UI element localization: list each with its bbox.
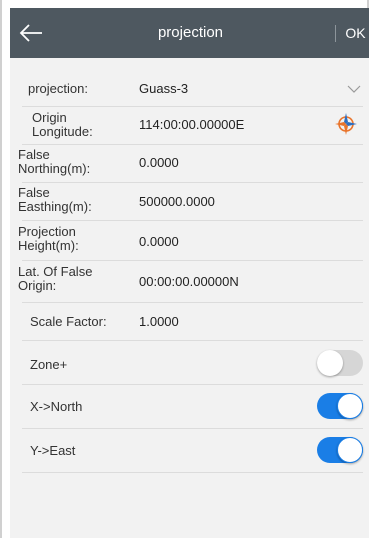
projection-value[interactable]: Guass-3 xyxy=(139,81,188,97)
divider xyxy=(22,220,363,221)
divider xyxy=(22,182,363,183)
false-northing-row[interactable]: False Northing(m): 0.0000 xyxy=(10,146,369,182)
toggle-knob xyxy=(337,393,363,419)
projection-height-label: Projection Height(m): xyxy=(18,224,79,253)
divider xyxy=(22,340,363,341)
scale-factor-value[interactable]: 1.0000 xyxy=(139,314,179,330)
projection-height-value[interactable]: 0.0000 xyxy=(139,234,179,250)
lat-false-origin-value[interactable]: 00:00:00.00000N xyxy=(139,274,239,290)
false-easting-value[interactable]: 500000.0000 xyxy=(139,194,215,210)
scale-factor-label: Scale Factor: xyxy=(30,314,107,329)
divider xyxy=(22,302,363,303)
ok-button[interactable]: OK xyxy=(340,8,369,58)
x-north-label: X->North xyxy=(30,399,83,414)
app-frame: projection OK projection: Guass-3 Origin… xyxy=(0,0,369,538)
header-divider xyxy=(335,25,336,42)
toggle-knob xyxy=(337,437,363,463)
divider xyxy=(22,384,363,385)
false-northing-label: False Northing(m): xyxy=(18,147,91,176)
toggle-knob xyxy=(317,350,343,376)
compass-locate-icon[interactable] xyxy=(334,112,358,136)
origin-longitude-label-text: Origin Longitude: xyxy=(32,110,93,139)
y-east-row: Y->East xyxy=(10,430,369,472)
zone-plus-toggle[interactable] xyxy=(317,350,363,376)
lat-false-origin-label: Lat. Of False Origin: xyxy=(18,264,93,293)
chevron-down-icon[interactable] xyxy=(347,84,361,94)
title-bar: projection OK xyxy=(10,8,369,58)
origin-longitude-row[interactable]: Origin Longitude: 114:00:00.00000E xyxy=(10,108,369,144)
false-northing-value[interactable]: 0.0000 xyxy=(139,155,179,171)
origin-longitude-label: Origin Longitude: xyxy=(18,111,128,139)
scale-factor-row[interactable]: Scale Factor: 1.0000 xyxy=(10,304,369,340)
projection-form: projection: Guass-3 Origin Longitude: 11… xyxy=(10,58,369,538)
x-north-row: X->North xyxy=(10,386,369,428)
y-east-label: Y->East xyxy=(30,443,76,458)
zone-plus-row: Zone+ xyxy=(10,342,369,384)
false-easting-label: False Easthing(m): xyxy=(18,185,92,214)
lat-false-origin-row[interactable]: Lat. Of False Origin: 00:00:00.00000N xyxy=(10,262,369,302)
page-title: projection xyxy=(157,24,224,41)
projection-label: projection: xyxy=(28,81,88,96)
y-east-toggle[interactable] xyxy=(317,437,363,463)
divider xyxy=(22,144,363,145)
origin-longitude-value[interactable]: 114:00:00.00000E xyxy=(139,117,244,133)
false-easting-row[interactable]: False Easthing(m): 500000.0000 xyxy=(10,184,369,220)
divider xyxy=(22,106,363,107)
x-north-toggle[interactable] xyxy=(317,393,363,419)
zone-plus-label: Zone+ xyxy=(30,357,68,372)
projection-row[interactable]: projection: Guass-3 xyxy=(10,72,369,106)
projection-height-row[interactable]: Projection Height(m): 0.0000 xyxy=(10,222,369,260)
divider xyxy=(22,428,363,429)
divider xyxy=(22,472,363,473)
divider xyxy=(22,260,363,261)
